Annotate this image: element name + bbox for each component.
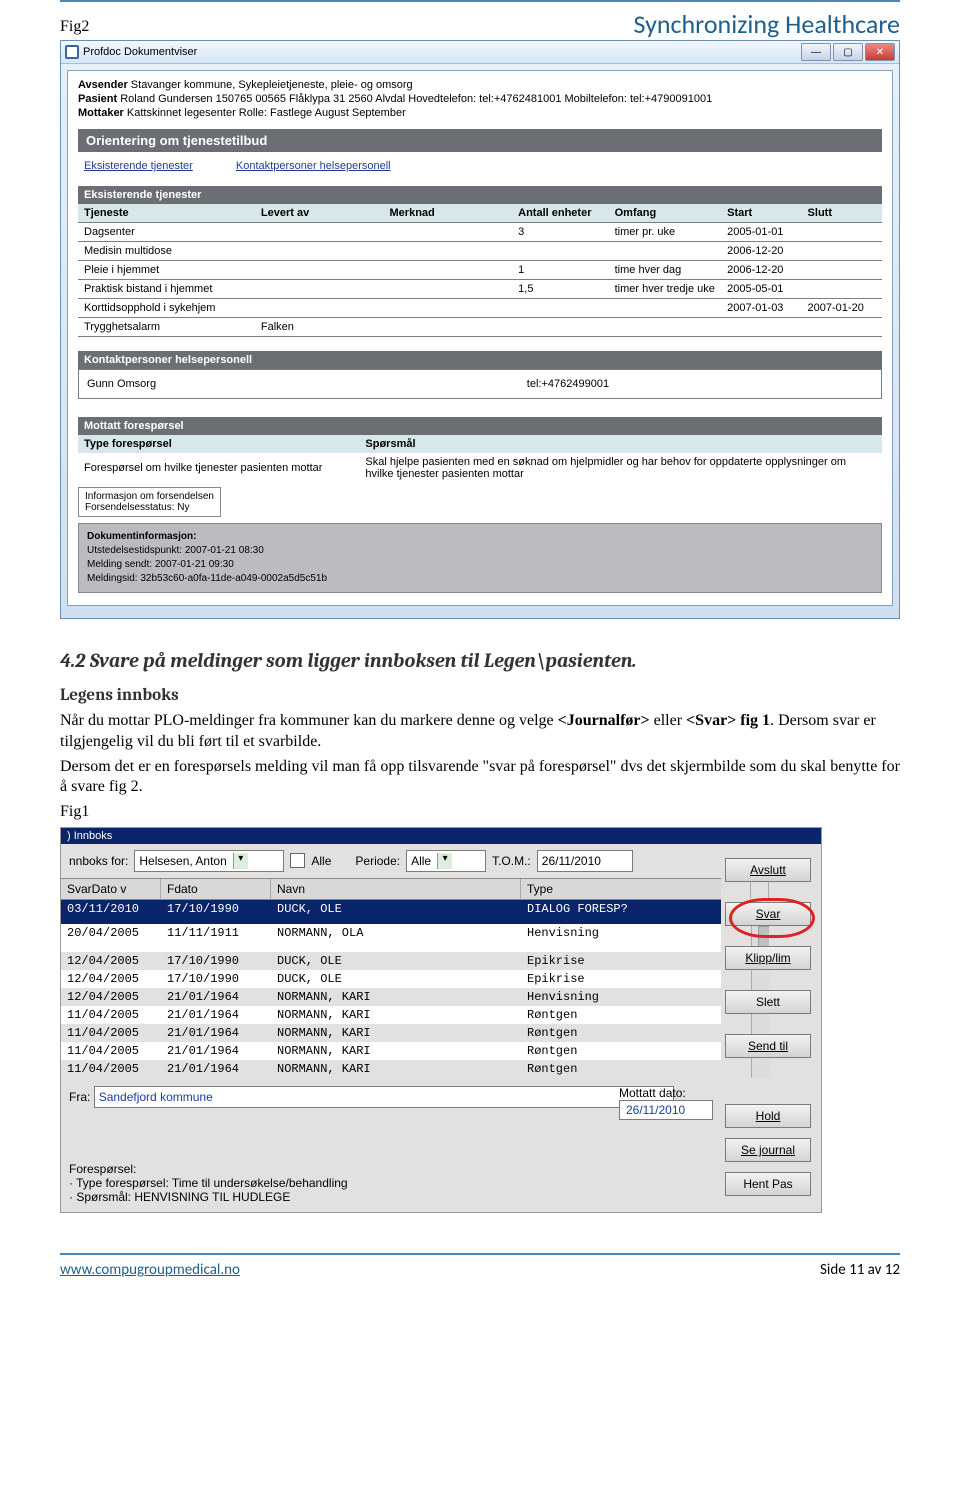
avslutt-button[interactable]: Avslutt [725,858,811,882]
innboks-table-head: SvarDato v Fdato Navn Type [61,878,721,900]
list-item[interactable]: 11/04/200521/01/1964NORMANN, KARIRøntgen [61,1006,721,1024]
meta-mottaker: Mottaker Kattskinnet legesenter Rolle: F… [78,107,882,119]
heading-kontaktpersoner: Kontaktpersoner helsepersonell [78,351,882,369]
figure-label-1: Fig1 [60,802,900,823]
maximize-button[interactable]: ▢ [833,43,863,61]
heading-eksisterende: Eksisterende tjenester [78,186,882,204]
minimize-button[interactable]: — [801,43,831,61]
list-item[interactable]: 12/04/200521/01/1964NORMANN, KARIHenvisn… [61,988,721,1006]
table-row: Korttidsopphold i sykehjem2007-01-032007… [78,299,882,318]
innboks-title: ) Innboks [61,828,821,844]
periode-label: Periode: [355,854,400,868]
table-row: Dagsenter3timer pr. uke2005-01-01 [78,223,882,242]
innboks-for-combo[interactable]: Helsesen, Anton▾ [134,850,284,872]
innboks-for-label: nnboks for: [69,854,128,868]
list-item[interactable]: 11/04/200521/01/1964NORMANN, KARIRøntgen [61,1042,721,1060]
se-journal-button[interactable]: Se journal [725,1138,811,1162]
app-icon [65,45,79,59]
table-row: TrygghetsalarmFalken [78,318,882,337]
link-eksisterende[interactable]: Eksisterende tjenester [84,160,193,172]
meta-avsender: Avsender Stavanger kommune, Sykepleietje… [78,79,882,91]
foresporsel-block: Forespørsel: · Type forespørsel: Time ti… [61,1158,821,1212]
list-item[interactable]: 20/04/200511/11/1911NORMANN, OLAHenvisni… [61,924,721,952]
profdoc-window: Profdoc Dokumentviser — ▢ ✕ Avsender Sta… [60,40,900,619]
dokumentinformasjon: Dokumentinformasjon: Utstedelsestidspunk… [78,523,882,593]
tom-label: T.O.M.: [492,854,531,868]
send-button[interactable]: Send til [725,1034,811,1058]
mottatt-dato-field[interactable]: 26/11/2010 [619,1100,713,1120]
alle-checkbox[interactable] [290,853,305,868]
table-row: Medisin multidose2006-12-20 [78,242,882,261]
slett-button[interactable]: Slett [725,990,811,1014]
forsendelse-info: Informasjon om forsendelsen Forsendelses… [78,487,221,517]
close-button[interactable]: ✕ [865,43,895,61]
window-title: Profdoc Dokumentviser [83,46,799,58]
link-kontaktpersoner[interactable]: Kontaktpersoner helsepersonell [236,160,391,172]
list-item[interactable]: 11/04/200521/01/1964NORMANN, KARIRøntgen [61,1024,721,1042]
heading-mottatt-forespor: Mottatt forespørsel [78,417,882,435]
periode-combo[interactable]: Alle▾ [406,850,486,872]
innboks-window: ) Innboks nnboks for: Helsesen, Anton▾ A… [60,827,822,1213]
fra-label: Fra: [69,1090,90,1104]
fra-field[interactable]: Sandefjord kommune [94,1086,674,1108]
list-item[interactable]: 11/04/200521/01/1964NORMANN, KARIRøntgen [61,1060,721,1078]
table-row: Pleie i hjemmet1time hver dag2006-12-20 [78,261,882,280]
tom-field[interactable]: 26/11/2010 [537,850,633,872]
hold-button[interactable]: Hold [725,1104,811,1128]
paragraph-2: Dersom det er en forespørsels melding vi… [60,757,900,799]
table-forespor: Type forespørsel Spørsmål Forespørsel om… [78,435,882,483]
paragraph-1: Når du mottar PLO-meldinger fra kommuner… [60,711,900,753]
klipp-button[interactable]: Klipp/lim [725,946,811,970]
chapter-title: 4.2 Svare på meldinger som ligger innbok… [60,649,900,672]
list-item[interactable]: 12/04/200517/10/1990DUCK, OLEEpikrise [61,970,721,988]
svar-button[interactable]: Svar [725,902,811,926]
meta-pasient: Pasient Roland Gundersen 150765 00565 Fl… [78,93,882,105]
alle-label: Alle [311,854,331,868]
mottatt-dato-block: Mottatt dato: 26/11/2010 [619,1086,713,1120]
table-kontakt: Gunn Omsorg tel:+4762499001 [78,369,882,399]
footer-url: www.compugroupmedical.no [60,1261,240,1279]
footer-page: Side 11 av 12 [820,1261,900,1279]
table-row: Praktisk bistand i hjemmet1,5timer hver … [78,280,882,299]
list-item[interactable]: 03/11/201017/10/1990DUCK, OLEDIALOG FORE… [61,900,721,924]
hent-pas-button[interactable]: Hent Pas [725,1172,811,1196]
section-orientering: Orientering om tjenestetilbud [78,129,882,152]
list-item[interactable]: 12/04/200517/10/1990DUCK, OLEEpikrise [61,952,721,970]
table-tjenester: Tjeneste Levert av Merknad Antall enhete… [78,204,882,337]
sub-title: Legens innboks [60,686,900,705]
titlebar[interactable]: Profdoc Dokumentviser — ▢ ✕ [61,41,899,64]
page-footer: www.compugroupmedical.no Side 11 av 12 [60,1253,900,1279]
